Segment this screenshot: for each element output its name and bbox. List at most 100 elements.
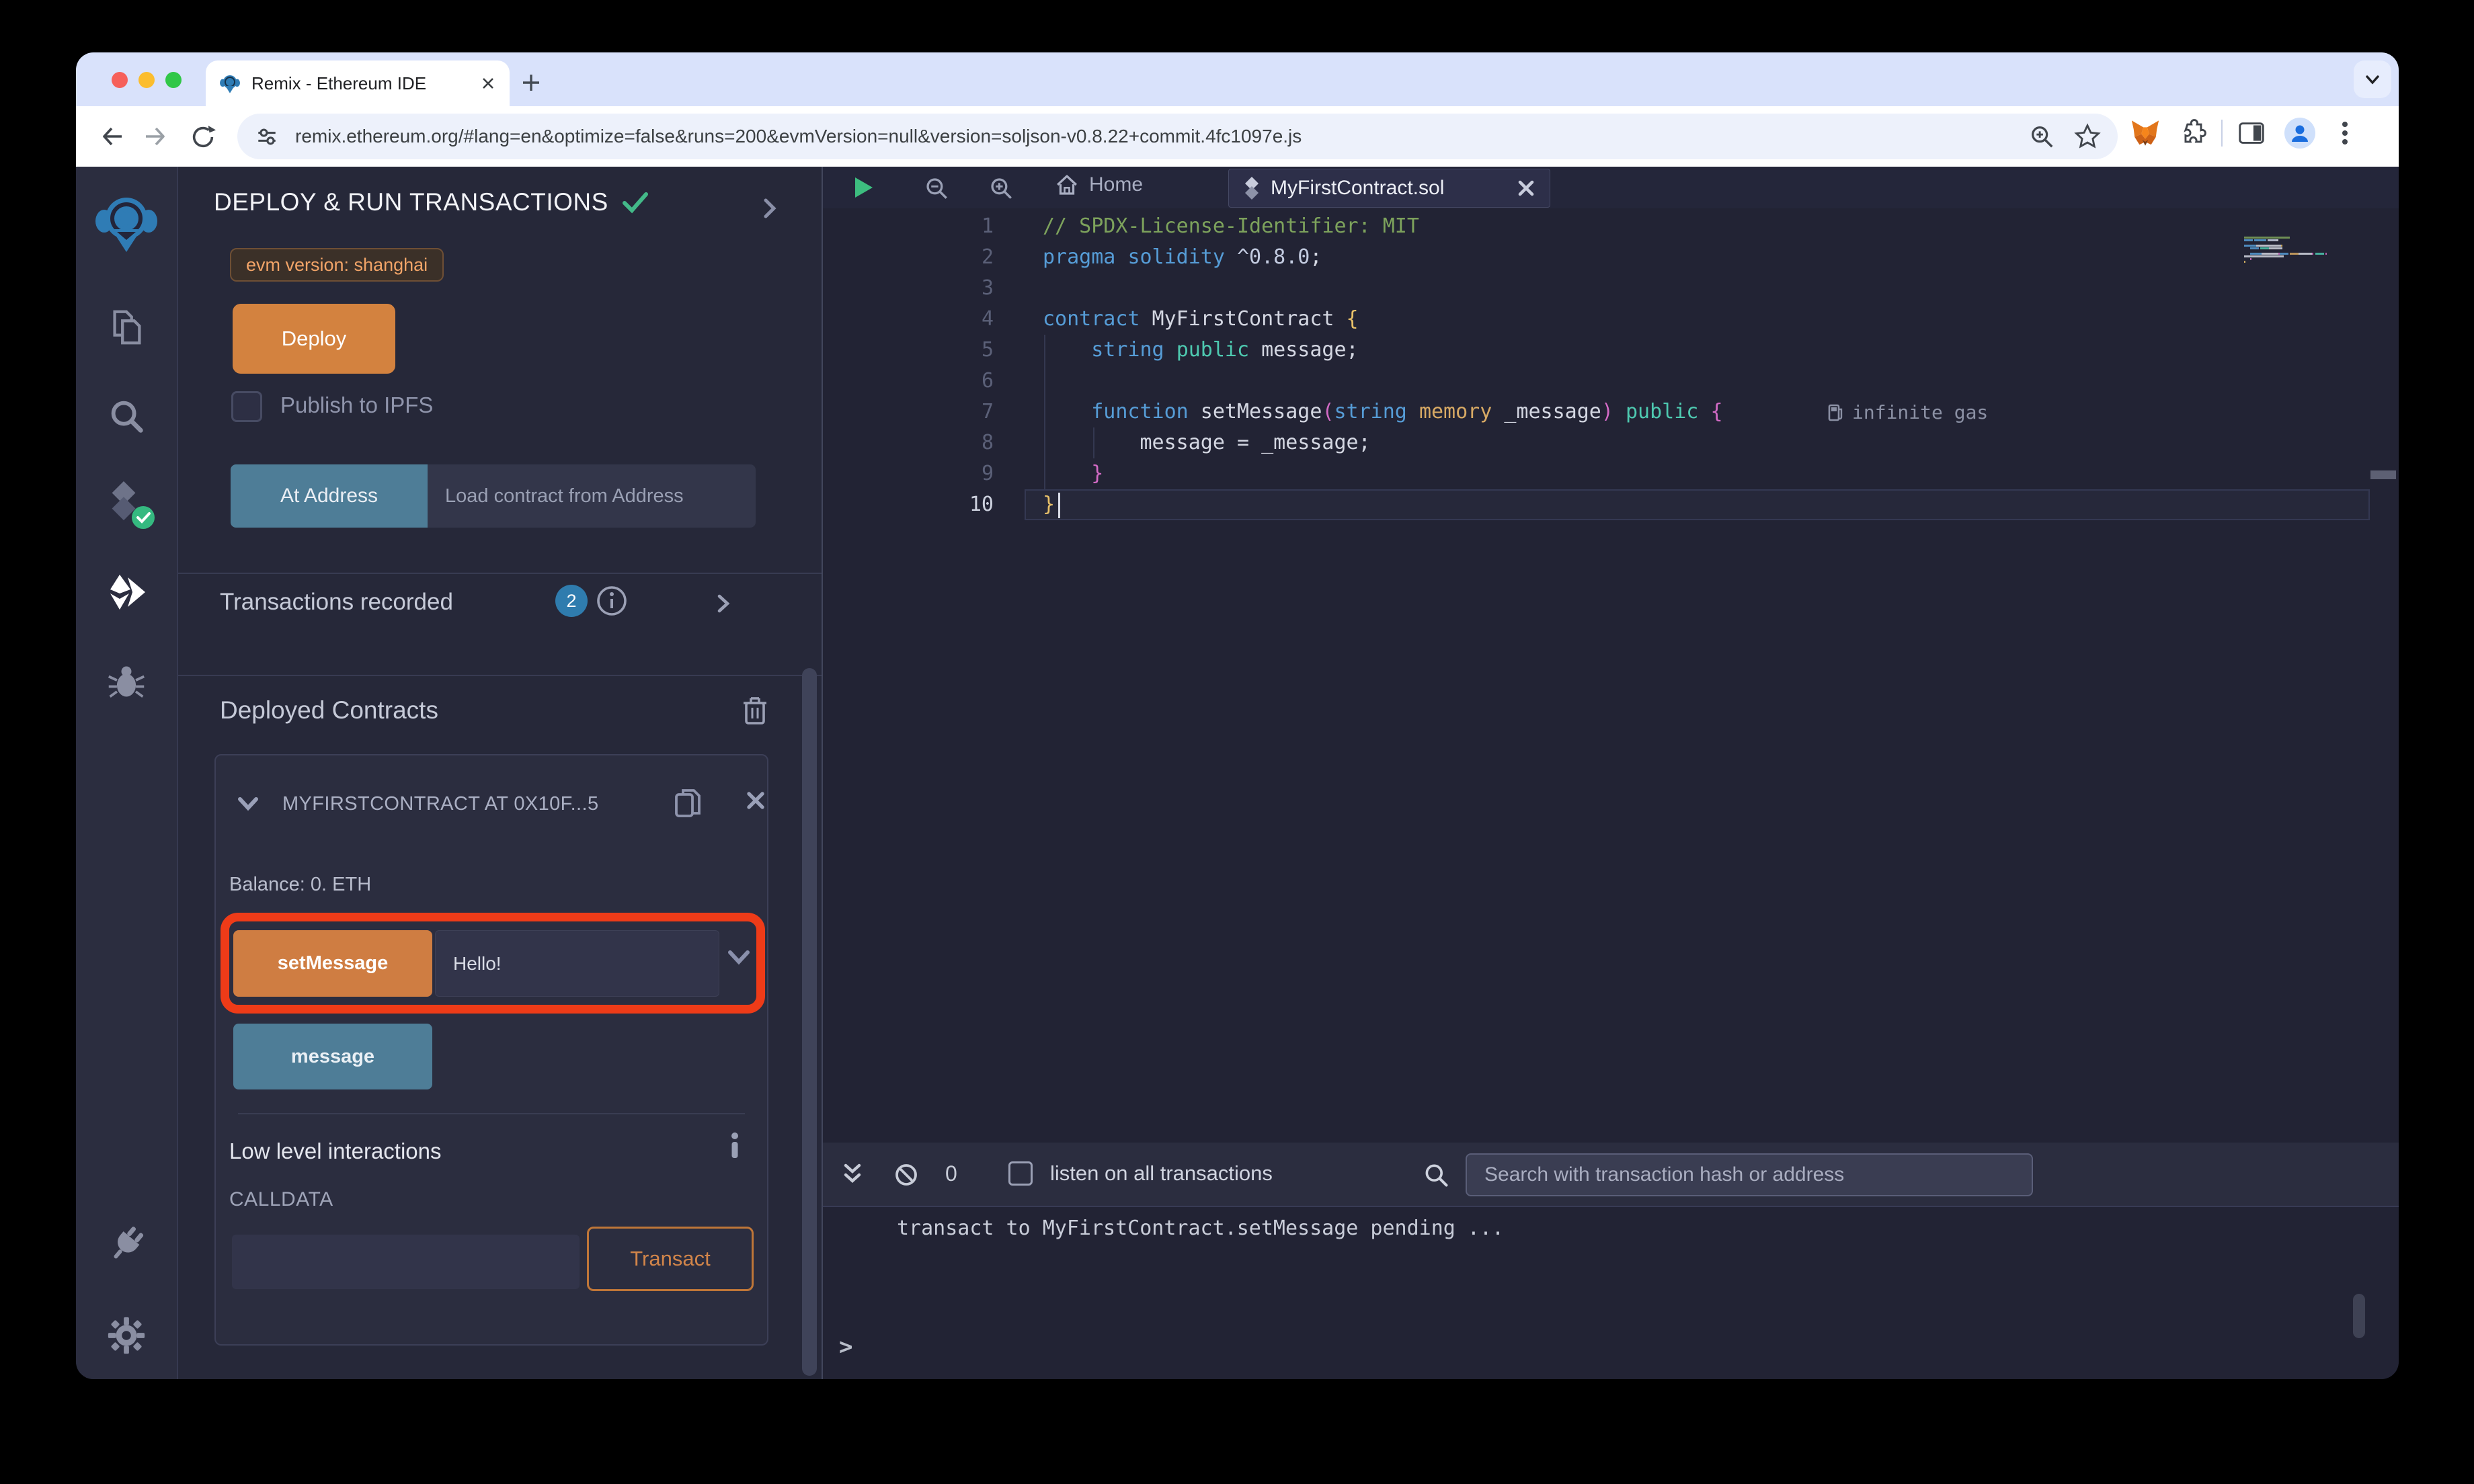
tab-home-label: Home: [1089, 173, 1144, 196]
terminal-search-input[interactable]: [1466, 1153, 2033, 1196]
remix-favicon: [220, 75, 240, 93]
tx-expand-chevron[interactable]: [716, 593, 731, 614]
traffic-light-zoom[interactable]: [165, 72, 182, 88]
listen-checkbox[interactable]: [1008, 1161, 1033, 1186]
metamask-icon[interactable]: [2130, 118, 2161, 149]
clear-console-icon[interactable]: [893, 1161, 920, 1188]
panel-header: DEPLOY & RUN TRANSACTIONS: [214, 188, 649, 216]
lowlevel-title: Low level interactions: [229, 1139, 442, 1163]
tx-info-icon[interactable]: [596, 585, 628, 617]
tab-close-icon[interactable]: [480, 75, 496, 91]
at-address-button[interactable]: At Address: [231, 464, 428, 528]
line-number-gutter: 1 2 3 4 5 6 7 8 9 10: [823, 211, 994, 520]
code-line: }: [1091, 462, 1104, 485]
search-icon[interactable]: [106, 395, 147, 437]
solidity-compiler-icon[interactable]: [103, 480, 155, 529]
deploy-button[interactable]: Deploy: [233, 304, 395, 374]
browser-toolbar: remix.ethereum.org/#lang=en&optimize=fal…: [76, 106, 2399, 167]
tab-search-button[interactable]: [2354, 60, 2391, 98]
code-line: string public message;: [1091, 338, 1359, 362]
contract-close-icon[interactable]: [746, 790, 766, 811]
line-number: 1: [981, 214, 994, 238]
deploy-run-icon[interactable]: [105, 573, 148, 612]
debugger-bug-icon[interactable]: [106, 661, 147, 702]
plugin-manager-icon[interactable]: [106, 1223, 147, 1265]
deployed-contracts-header: Deployed Contracts: [220, 696, 438, 724]
copy-address-icon[interactable]: [674, 786, 703, 821]
evm-version-badge: evm version: shanghai: [230, 248, 444, 282]
setmessage-button[interactable]: setMessage: [233, 930, 432, 997]
delete-all-trash-icon[interactable]: [742, 695, 768, 726]
tx-count-badge: 2: [555, 585, 588, 617]
toolbar-extensions-area: [2130, 118, 2358, 149]
code-editor[interactable]: 1 2 3 4 5 6 7 8 9 10 // SPDX-License-Identifier: …: [823, 208, 2399, 1143]
code-line: }: [1043, 493, 1055, 516]
compile-success-badge: [132, 506, 155, 529]
forward-button[interactable]: [142, 123, 169, 150]
setmessage-input[interactable]: [435, 930, 719, 997]
traffic-light-minimize[interactable]: [138, 72, 155, 88]
minimap-line: [2244, 253, 2370, 255]
browser-tab[interactable]: Remix - Ethereum IDE: [206, 60, 510, 106]
code-line: pragma solidity ^0.8.0;: [1043, 245, 1322, 269]
minimap-line: [2244, 242, 2370, 244]
zoom-out-icon[interactable]: [924, 175, 949, 201]
icon-rail: [76, 167, 178, 1379]
person-icon: [2292, 125, 2308, 142]
menu-dots-icon[interactable]: [2331, 118, 2358, 149]
line-number: 6: [981, 369, 994, 393]
minimap-line: [2244, 261, 2370, 263]
solidity-file-icon: [1245, 177, 1259, 200]
terminal-scrollbar-thumb[interactable]: [2353, 1294, 2365, 1338]
tab-myfirstcontract[interactable]: MyFirstContract.sol: [1228, 169, 1550, 208]
minimap-line: [2244, 255, 2370, 257]
at-address-input[interactable]: [428, 464, 756, 528]
tab-home[interactable]: Home: [1054, 172, 1143, 198]
code-line: // SPDX-License-Identifier: MIT: [1043, 214, 1419, 238]
minimap-line: [2244, 247, 2370, 249]
back-button[interactable]: [99, 123, 126, 150]
bookmark-star-icon[interactable]: [2073, 122, 2102, 151]
remix-logo[interactable]: [94, 190, 159, 255]
line-number: 2: [981, 245, 994, 269]
desktop: Remix - Ethereum IDE remix.ethereum.org/…: [0, 0, 2474, 1484]
transact-button[interactable]: Transact: [587, 1227, 754, 1291]
run-script-play-icon[interactable]: [851, 175, 875, 200]
settings-gear-icon[interactable]: [106, 1315, 147, 1356]
panel-collapse-chevron[interactable]: [762, 196, 778, 220]
tab-file-close-icon[interactable]: [1517, 179, 1535, 197]
url-bar[interactable]: remix.ethereum.org/#lang=en&optimize=fal…: [237, 114, 2118, 159]
gas-pump-icon: [1828, 404, 1843, 421]
profile-avatar[interactable]: [2284, 118, 2315, 149]
panel-scrollbar-thumb[interactable]: [802, 668, 817, 1376]
reload-button[interactable]: [189, 123, 217, 151]
fn-expand-chevron[interactable]: [727, 949, 751, 966]
zoom-in-icon[interactable]: [988, 175, 1014, 201]
publish-ipfs-label: Publish to IPFS: [280, 393, 434, 417]
terminal-prompt[interactable]: >: [839, 1333, 852, 1360]
tab-title: Remix - Ethereum IDE: [251, 73, 427, 93]
message-button[interactable]: message: [233, 1024, 432, 1089]
code-area: // SPDX-License-Identifier: MIT pragma so…: [1043, 211, 1723, 520]
publish-ipfs-checkbox[interactable]: [231, 391, 262, 422]
site-settings-icon[interactable]: [253, 123, 280, 150]
panel-divider: [178, 675, 822, 676]
contract-collapse-chevron[interactable]: [237, 796, 260, 812]
file-explorer-icon[interactable]: [106, 306, 147, 348]
traffic-light-close[interactable]: [112, 72, 128, 88]
home-icon: [1057, 175, 1077, 195]
extensions-puzzle-icon[interactable]: [2177, 118, 2208, 149]
browser-window: Remix - Ethereum IDE remix.ethereum.org/…: [76, 52, 2399, 1379]
zoom-page-icon[interactable]: [2028, 122, 2056, 151]
new-tab-button[interactable]: [520, 71, 543, 94]
calldata-input[interactable]: [232, 1235, 580, 1289]
lowlevel-info-icon[interactable]: [729, 1132, 740, 1159]
editor-minimap[interactable]: [2244, 237, 2370, 263]
code-line: message = _message;: [1043, 431, 1371, 454]
code-line: contract MyFirstContract {: [1043, 307, 1359, 331]
listen-count: 0: [945, 1161, 957, 1186]
line-number: 7: [981, 400, 994, 423]
side-panel-icon[interactable]: [2236, 118, 2267, 149]
scroll-to-bottom-icon[interactable]: [839, 1161, 866, 1188]
